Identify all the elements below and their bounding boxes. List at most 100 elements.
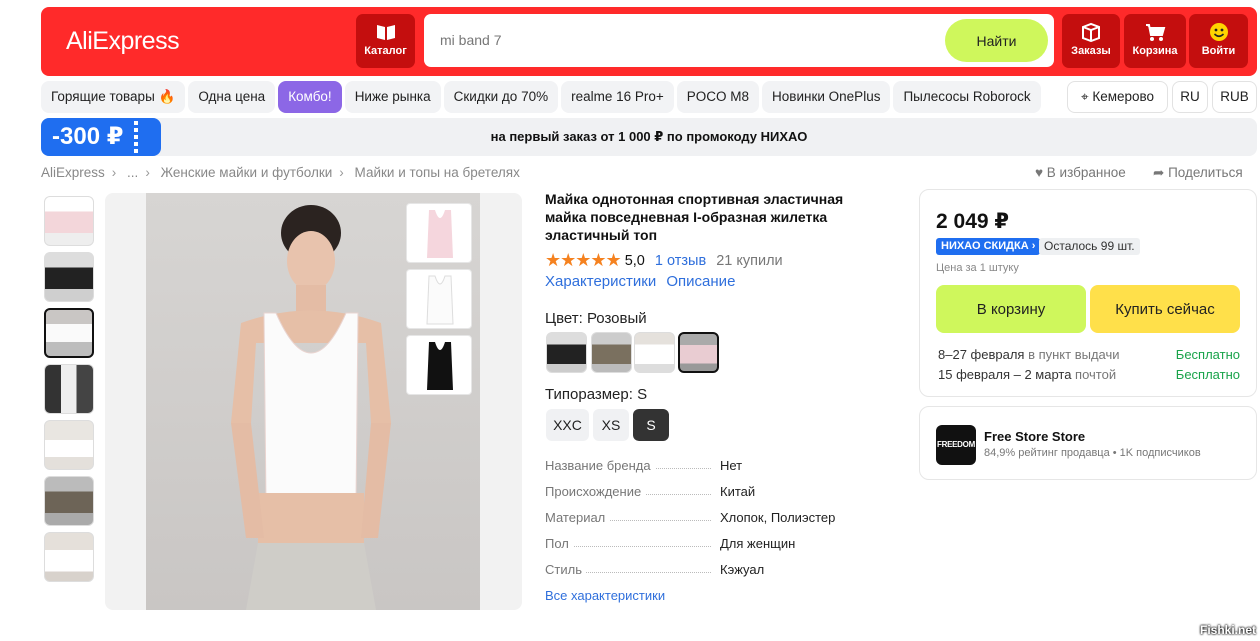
breadcrumb-item[interactable]: Майки и топы на бретелях (355, 165, 520, 180)
spec-key: Стиль (545, 562, 586, 577)
tank-top-icon (426, 275, 454, 325)
chip-discounts[interactable]: Скидки до 70% (443, 81, 559, 113)
delivery-cost: Бесплатно (1175, 347, 1240, 362)
main-product-image[interactable] (105, 193, 522, 610)
rating-value: 5,0 (624, 253, 645, 269)
color-swatch-khaki[interactable] (591, 332, 632, 373)
chip-poco[interactable]: POCO M8 (676, 81, 760, 113)
cart-icon (1146, 24, 1166, 41)
product-thumbnail[interactable] (44, 252, 94, 302)
currency-selector[interactable]: RUB (1212, 81, 1257, 113)
promo-banner[interactable]: -300 ₽ на первый заказ от 1 000 ₽ по про… (41, 118, 1257, 156)
spec-value: Кэжуал (720, 562, 765, 577)
color-preview-black[interactable] (406, 335, 472, 395)
seller-meta: 84,9% рейтинг продавца • 1K подписчиков (984, 447, 1201, 459)
breadcrumb-item[interactable]: ... (127, 165, 138, 180)
breadcrumb: AliExpress › ... › Женские майки и футболк… (41, 165, 527, 180)
location-selector[interactable]: ⌖ Кемерово (1067, 81, 1168, 113)
product-thumbnail[interactable] (44, 308, 94, 358)
tab-characteristics[interactable]: Характеристики (545, 273, 656, 290)
chip-below-market[interactable]: Ниже рынка (344, 81, 441, 113)
search-box: mi band 7 Найти (424, 14, 1054, 67)
delivery-method: почтой (1071, 367, 1117, 382)
spec-row: Пол Для женщин (545, 536, 875, 562)
seller-logo: FREEDOM (936, 425, 976, 465)
chip-combo[interactable]: Комбо! (278, 81, 342, 113)
add-to-cart-button[interactable]: В корзину (936, 285, 1086, 333)
chevron-right-icon: › (145, 165, 150, 180)
catalog-label: Каталог (364, 45, 407, 57)
product-thumbnail[interactable] (44, 476, 94, 526)
chip-realme[interactable]: realme 16 Pro+ (561, 81, 674, 113)
spec-value: Хлопок, Полиэстер (720, 510, 836, 525)
category-chips: Горящие товары 🔥 Одна цена Комбо! Ниже рынк… (41, 81, 1060, 113)
spec-row: Происхождение Китай (545, 484, 875, 510)
spec-value: Китай (720, 484, 756, 499)
spec-row: Стиль Кэжуал (545, 562, 875, 588)
price: 2 049 ₽ (936, 210, 1009, 233)
product-thumbnail[interactable] (44, 532, 94, 582)
breadcrumb-item[interactable]: Женские майки и футболки (161, 165, 333, 180)
chip-oneplus[interactable]: Новинки OnePlus (762, 81, 891, 113)
product-tabs: Характеристики Описание (545, 273, 741, 290)
size-option[interactable]: XS (593, 409, 629, 441)
chip-one-price[interactable]: Одна цена (188, 81, 276, 113)
color-swatch-white[interactable] (634, 332, 675, 373)
tank-top-icon (427, 210, 453, 258)
header-bar: AliExpress Каталог mi band 7 Найти Заказ… (41, 7, 1257, 76)
smiley-icon (1209, 23, 1228, 41)
size-option-selected[interactable]: S (633, 409, 669, 441)
spec-key: Материал (545, 510, 610, 525)
discount-badge[interactable]: НИХАО СКИДКА › (936, 238, 1041, 255)
seller-card[interactable]: FREEDOM Free Store Store 84,9% рейтинг п… (919, 406, 1257, 480)
product-thumbnail[interactable] (44, 196, 94, 246)
spec-key: Название бренда (545, 458, 655, 473)
color-swatch-black[interactable] (546, 332, 587, 373)
product-thumbnail[interactable] (44, 420, 94, 470)
login-button[interactable]: Войти (1189, 14, 1248, 68)
size-label: Типоразмер: S (545, 386, 648, 403)
delivery-dates: 8–27 февраля (938, 347, 1025, 362)
chip-hot-deals[interactable]: Горящие товары 🔥 (41, 81, 186, 113)
color-label: Цвет: Розовый (545, 310, 647, 327)
cart-button[interactable]: Корзина (1124, 14, 1186, 68)
reviews-link[interactable]: 1 отзыв (655, 253, 706, 269)
location-pin-icon: ⌖ (1080, 89, 1089, 104)
share-button[interactable]: ➦ Поделиться (1153, 165, 1243, 181)
buy-box: 2 049 ₽ НИХАО СКИДКА › Осталось 99 шт. Ц… (919, 189, 1257, 397)
orders-label: Заказы (1071, 45, 1111, 57)
thumbnail-strip (44, 196, 94, 588)
delivery-option[interactable]: 8–27 февраля в пункт выдачи (938, 347, 1120, 362)
spec-key: Пол (545, 536, 573, 551)
aliexpress-logo[interactable]: AliExpress (66, 27, 180, 56)
product-thumbnail[interactable] (44, 364, 94, 414)
catalog-button[interactable]: Каталог (356, 14, 415, 68)
color-preview-pink[interactable] (406, 203, 472, 263)
spec-list: Название бренда Нет Происхождение Китай Ма… (545, 458, 875, 588)
color-swatch-pink[interactable] (678, 332, 719, 373)
tank-top-icon (427, 342, 453, 390)
favorite-label: В избранное (1046, 165, 1126, 180)
orders-button[interactable]: Заказы (1062, 14, 1120, 68)
delivery-dates: 15 февраля – 2 марта (938, 367, 1072, 382)
search-input[interactable]: mi band 7 (440, 32, 501, 48)
bought-count: 21 купили (716, 253, 783, 269)
seller-name: Free Store Store (984, 429, 1086, 444)
box-icon (1082, 22, 1100, 42)
unit-price-note: Цена за 1 штуку (936, 262, 1019, 274)
rating-row: ★★★★★ 5,0 1 отзыв 21 купили (545, 250, 783, 271)
delivery-option[interactable]: 15 февраля – 2 марта почтой (938, 367, 1116, 382)
breadcrumb-item[interactable]: AliExpress (41, 165, 105, 180)
buy-now-button[interactable]: Купить сейчас (1090, 285, 1240, 333)
color-preview-white[interactable] (406, 269, 472, 329)
watermark: Fishki.net (1199, 623, 1256, 637)
location-city: Кемерово (1092, 89, 1155, 104)
book-icon (376, 25, 395, 40)
search-button[interactable]: Найти (945, 19, 1048, 62)
all-characteristics-link[interactable]: Все характеристики (545, 588, 665, 603)
favorite-button[interactable]: ♥ В избранное (1035, 165, 1126, 180)
tab-description[interactable]: Описание (666, 273, 735, 290)
language-selector[interactable]: RU (1172, 81, 1208, 113)
chip-roborock[interactable]: Пылесосы Roborock (893, 81, 1041, 113)
size-option[interactable]: XXC (546, 409, 589, 441)
